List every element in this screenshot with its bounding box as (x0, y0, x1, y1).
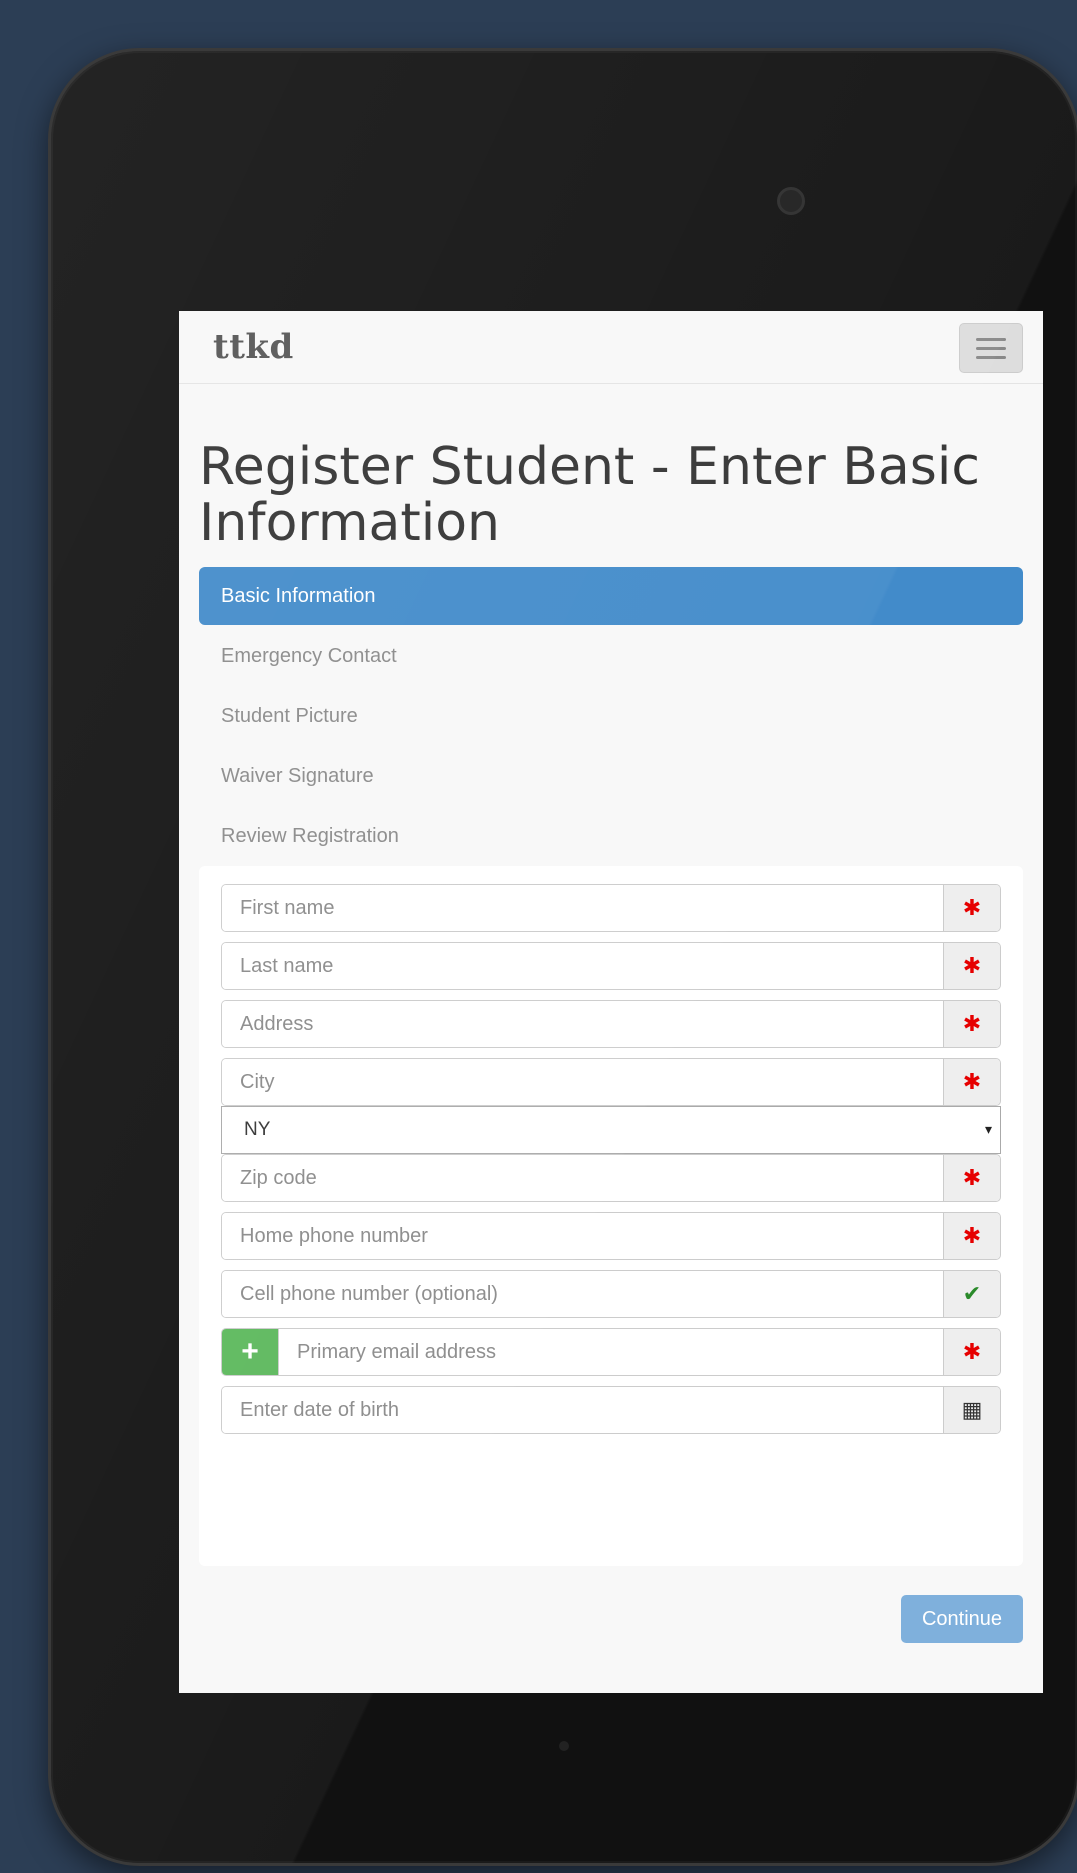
step-waiver-signature[interactable]: Waiver Signature (199, 747, 1023, 805)
page-title: Register Student - Enter Basic Informati… (199, 437, 980, 553)
asterisk-icon: ✱ (943, 1213, 1000, 1259)
first-name-field[interactable] (222, 885, 943, 931)
asterisk-icon: ✱ (943, 885, 1000, 931)
wizard-steps: Basic Information Emergency Contact Stud… (199, 567, 1023, 867)
zip-code-field[interactable] (222, 1155, 943, 1201)
address-group: ✱ (221, 1000, 1001, 1048)
step-emergency-contact[interactable]: Emergency Contact (199, 627, 1023, 685)
city-field[interactable] (222, 1059, 943, 1105)
app-screen: ttkd Register Student - Enter Basic Info… (179, 311, 1043, 1693)
calendar-icon[interactable]: ▦ (943, 1387, 1000, 1433)
add-email-button[interactable]: + (222, 1329, 279, 1375)
dob-group: ▦ (221, 1386, 1001, 1434)
check-icon: ✔ (943, 1271, 1000, 1317)
zip-group: ✱ (221, 1154, 1001, 1202)
caret-down-icon: ▾ (984, 1121, 992, 1137)
cell-phone-field[interactable] (222, 1271, 943, 1317)
form-panel: ✱ ✱ ✱ ✱ NY ▾ ✱ (199, 866, 1023, 1566)
cell-phone-group: ✔ (221, 1270, 1001, 1318)
email-field[interactable] (279, 1329, 943, 1375)
home-phone-group: ✱ (221, 1212, 1001, 1260)
asterisk-icon: ✱ (943, 1059, 1000, 1105)
last-name-field[interactable] (222, 943, 943, 989)
asterisk-icon: ✱ (943, 1329, 1000, 1375)
address-field[interactable] (222, 1001, 943, 1047)
hamburger-icon (976, 337, 1006, 341)
asterisk-icon: ✱ (943, 943, 1000, 989)
state-select-value: NY (244, 1119, 271, 1140)
state-select[interactable]: NY ▾ (221, 1106, 1001, 1154)
first-name-group: ✱ (221, 884, 1001, 932)
menu-button[interactable] (959, 323, 1023, 373)
city-group: ✱ (221, 1058, 1001, 1106)
date-of-birth-field[interactable] (222, 1387, 943, 1433)
navbar: ttkd (179, 311, 1043, 384)
step-student-picture[interactable]: Student Picture (199, 687, 1023, 745)
asterisk-icon: ✱ (943, 1001, 1000, 1047)
brand-logo[interactable]: ttkd (213, 327, 294, 367)
hamburger-icon (976, 355, 1006, 359)
last-name-group: ✱ (221, 942, 1001, 990)
asterisk-icon: ✱ (943, 1155, 1000, 1201)
step-review-registration[interactable]: Review Registration (199, 807, 1023, 865)
camera-lens (777, 187, 805, 215)
email-group: + ✱ (221, 1328, 1001, 1376)
hamburger-icon (976, 346, 1006, 350)
step-basic-information[interactable]: Basic Information (199, 567, 1023, 625)
continue-button[interactable]: Continue (901, 1595, 1023, 1643)
home-sensor (559, 1741, 569, 1751)
tablet-frame: ttkd Register Student - Enter Basic Info… (48, 48, 1077, 1866)
home-phone-field[interactable] (222, 1213, 943, 1259)
